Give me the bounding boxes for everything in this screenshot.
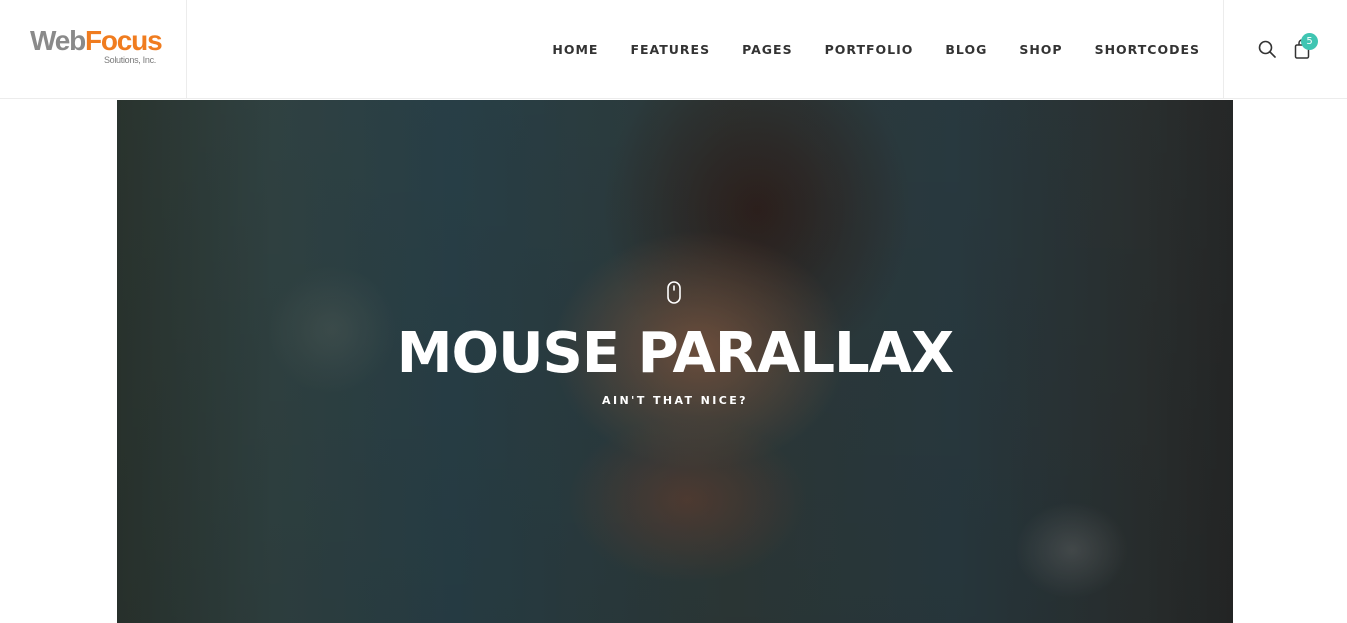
hero-banner: MOUSE PARALLAX AIN'T THAT NICE?	[117, 100, 1233, 623]
search-icon	[1258, 40, 1276, 58]
nav-item-home[interactable]: HOME	[552, 42, 598, 57]
nav-item-pages[interactable]: PAGES	[742, 42, 793, 57]
search-button[interactable]	[1257, 39, 1277, 59]
logo-wordmark: WebFocus	[30, 24, 163, 58]
nav-item-features[interactable]: FEATURES	[630, 42, 710, 57]
logo-cell: WebFocus Solutions, Inc.	[0, 0, 187, 99]
header-tools	[1223, 0, 1347, 99]
main-navigation: HOME FEATURES PAGES PORTFOLIO BLOG SHOP …	[520, 0, 1200, 99]
nav-item-shortcodes[interactable]: SHORTCODES	[1095, 42, 1200, 57]
logo-word-web: Web	[30, 25, 86, 56]
nav-item-shop[interactable]: SHOP	[1019, 42, 1062, 57]
site-header: WebFocus Solutions, Inc. HOME FEATURES P…	[0, 0, 1347, 99]
logo-word-focus: Focus	[85, 25, 163, 56]
hero-subtitle: AIN'T THAT NICE?	[602, 394, 748, 407]
logo-tagline: Solutions, Inc.	[103, 55, 156, 65]
mouse-icon	[667, 281, 681, 304]
nav-item-blog[interactable]: BLOG	[945, 42, 987, 57]
site-logo[interactable]: WebFocus Solutions, Inc.	[30, 24, 163, 72]
cart-count-badge: 5	[1301, 33, 1318, 50]
nav-item-portfolio[interactable]: PORTFOLIO	[825, 42, 914, 57]
hero-title: MOUSE PARALLAX	[396, 321, 954, 386]
